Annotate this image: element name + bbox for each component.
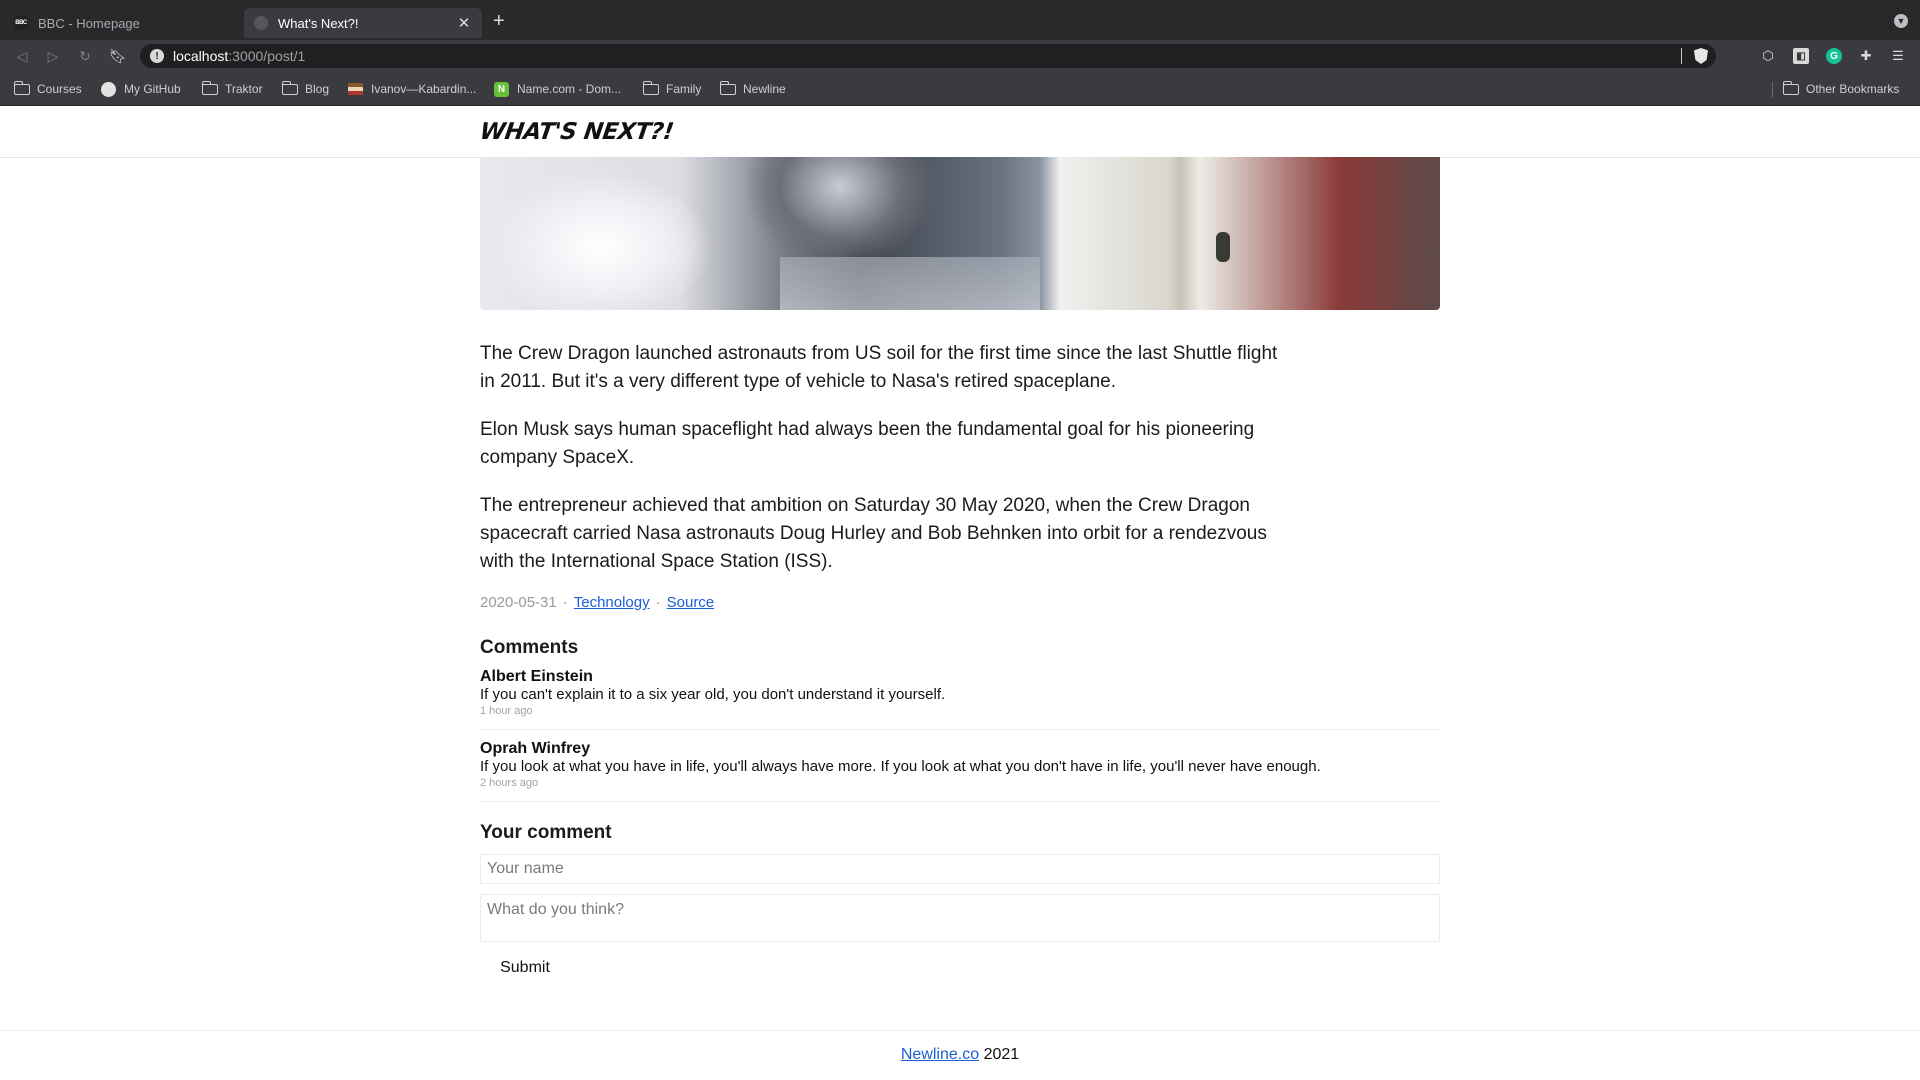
comments-heading: Comments [480,637,579,658]
globe-favicon-icon [254,16,268,30]
bookmark-label: My GitHub [124,82,181,96]
post-paragraph: Elon Musk says human spaceflight had alw… [480,419,1255,468]
folder-icon [13,80,30,95]
post-body: The Crew Dragon launched astronauts from… [480,340,1280,596]
post-paragraph: The Crew Dragon launched astronauts from… [480,343,1278,392]
bookmark-label: Courses [37,82,82,96]
site-footer: Newline.co 2021 [0,1030,1920,1080]
url-host: localhost [173,48,229,64]
name-input[interactable] [480,854,1440,884]
new-tab-plus-icon[interactable]: + [493,11,505,31]
bookmarks-bar: Courses My GitHub Traktor Blog Ivanov—Ka… [0,72,1920,106]
bookmark-label: Family [666,82,702,96]
tab-list-chevron-icon[interactable]: ▼ [1894,14,1908,28]
bookmark-label: Other Bookmarks [1806,82,1900,96]
folder-icon [1782,80,1799,95]
hero-image-detail [1216,232,1230,262]
comment-time: 2 hours ago [480,777,539,789]
bookmark-blog[interactable]: Blog [281,80,330,97]
bitwarden-icon[interactable]: ◧ [1793,48,1809,64]
comment-item: Albert Einstein If you can't explain it … [480,668,1440,730]
bookmark-ivanov-kabardin[interactable]: Ivanov—Kabardin... [348,81,476,97]
flag-icon [348,83,363,95]
menu-hamburger-icon[interactable]: ☰ [1890,48,1906,64]
grammarly-icon[interactable]: G [1826,48,1842,64]
bookmark-family[interactable]: Family [642,80,702,97]
post-meta: 2020-05-31 · Technology · Source [480,594,714,611]
back-arrow-icon[interactable]: ◁ [12,46,32,66]
browser-toolbar: ◁ ▷ ↻ 🔖︎ ! localhost:3000/post/1 ⬡ ◧ G ✚… [0,40,1920,72]
bookmark-courses[interactable]: Courses [13,80,82,97]
comment-author: Oprah Winfrey [480,740,591,757]
folder-icon [281,80,298,95]
site-header: What's Next?! [0,106,1920,158]
comment-author: Albert Einstein [480,668,593,685]
comment-time: 1 hour ago [480,705,533,717]
url-path: :3000/post/1 [228,48,306,64]
extension-cube-icon[interactable]: ⬡ [1760,48,1776,64]
bookmarks-divider [1772,82,1773,98]
tab-whats-next[interactable]: What's Next?! ✕ [244,8,482,38]
comment-item: Oprah Winfrey If you look at what you ha… [480,740,1440,802]
brave-shield-icon[interactable] [1694,48,1708,64]
github-icon [101,81,116,97]
tab-title: BBC - Homepage [38,15,140,31]
bookmark-newline[interactable]: Newline [719,80,786,97]
close-tab-icon[interactable]: ✕ [456,14,472,32]
reload-icon[interactable]: ↻ [75,46,95,66]
submit-button[interactable]: Submit [480,954,570,982]
category-link[interactable]: Technology [574,594,650,611]
site-info-icon[interactable]: ! [150,49,164,63]
bookmark-icon[interactable]: 🔖︎ [108,46,128,66]
comment-textarea[interactable] [480,894,1440,942]
post-date: 2020-05-31 [480,594,557,611]
tab-title: What's Next?! [278,15,359,31]
browser-tab-bar: BBC BBC - Homepage What's Next?! ✕ + ▼ [0,0,1920,40]
forward-arrow-icon[interactable]: ▷ [43,46,63,66]
your-comment-heading: Your comment [480,822,612,843]
tab-bbc-homepage[interactable]: BBC BBC - Homepage [4,8,240,38]
bookmark-traktor[interactable]: Traktor [201,80,263,97]
folder-icon [719,80,736,95]
post-paragraph: The entrepreneur achieved that ambition … [480,495,1267,572]
bookmark-label: Name.com - Dom... [517,82,622,96]
meta-separator: · [562,594,568,611]
bookmark-name-com[interactable]: N Name.com - Dom... [494,81,621,97]
meta-separator: · [655,594,661,611]
bookmark-label: Blog [305,82,330,96]
comment-text: If you look at what you have in life, yo… [480,758,1321,775]
namecom-icon: N [494,81,509,97]
source-link[interactable]: Source [667,594,715,611]
comment-text: If you can't explain it to a six year ol… [480,686,946,703]
address-bar[interactable]: ! localhost:3000/post/1 [140,44,1716,68]
bookmark-label: Ivanov—Kabardin... [371,82,477,96]
site-logo[interactable]: What's Next?! [478,119,675,145]
footer-year: 2021 [983,1046,1020,1063]
folder-icon [201,80,218,95]
bookmark-my-github[interactable]: My GitHub [101,81,181,97]
bookmark-other-bookmarks[interactable]: Other Bookmarks [1782,80,1900,97]
address-bar-divider [1681,48,1682,64]
bookmark-label: Newline [743,82,786,96]
folder-icon [642,80,659,95]
extensions-puzzle-icon[interactable]: ✚ [1858,48,1874,64]
bookmark-label: Traktor [225,82,263,96]
bbc-favicon-icon: BBC [14,16,28,30]
footer-link[interactable]: Newline.co [901,1046,979,1063]
post-hero-image [480,157,1440,310]
